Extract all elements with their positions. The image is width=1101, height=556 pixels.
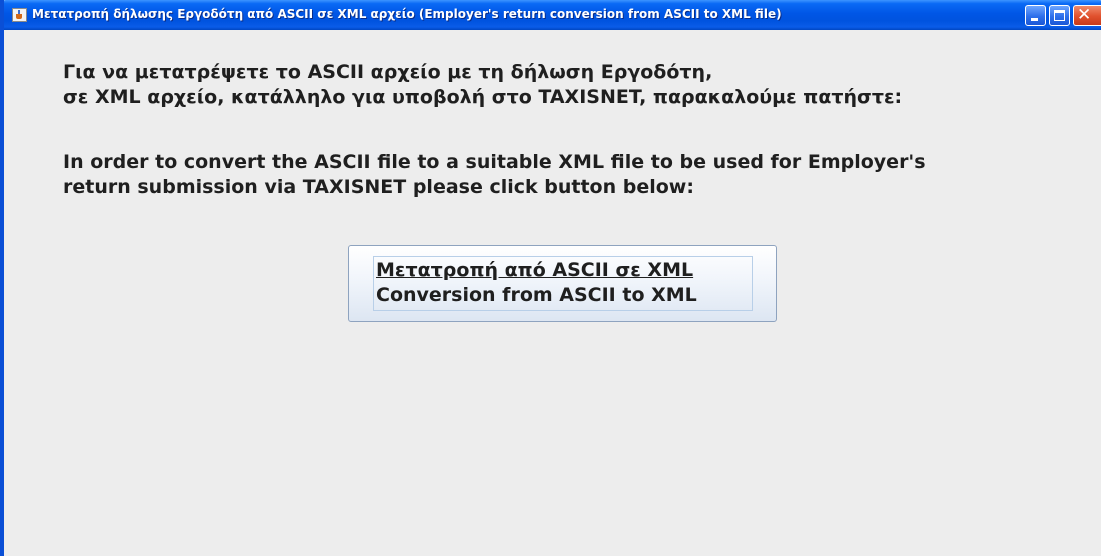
close-icon: ✕ [1077, 5, 1092, 25]
maximize-button[interactable] [1049, 5, 1070, 26]
minimize-button[interactable] [1025, 5, 1046, 26]
greek-instruction-line-2: σε XML αρχείο, κατάλληλο για υποβολή στο… [63, 86, 903, 108]
english-instructions: In order to convert the ASCII file to a … [63, 150, 926, 200]
java-cup-icon[interactable] [12, 8, 27, 22]
title-bar[interactable]: Μετατροπή δήλωσης Εργοδότη από ASCII σε … [4, 0, 1101, 30]
convert-button-label-english: Conversion from ASCII to XML [376, 284, 697, 306]
application-window: Μετατροπή δήλωσης Εργοδότη από ASCII σε … [0, 0, 1101, 556]
minimize-icon [1031, 18, 1038, 21]
java-cup-mark [16, 14, 22, 19]
greek-instructions: Για να μετατρέψετε το ASCII αρχείο με τη… [63, 60, 902, 110]
close-button[interactable]: ✕ [1073, 5, 1101, 26]
window-title: Μετατροπή δήλωσης Εργοδότη από ASCII σε … [32, 7, 782, 21]
english-instruction-line-1: In order to convert the ASCII file to a … [63, 151, 926, 173]
convert-button-label-greek: Μετατροπή από ASCII σε XML [376, 259, 694, 281]
greek-instruction-line-1: Για να μετατρέψετε το ASCII αρχείο με τη… [63, 61, 713, 83]
convert-ascii-to-xml-button[interactable]: Μετατροπή από ASCII σε XML Conversion fr… [348, 245, 777, 322]
english-instruction-line-2: return submission via TAXISNET please cl… [63, 176, 694, 198]
content-panel: Για να μετατρέψετε το ASCII αρχείο με τη… [4, 30, 1101, 556]
maximize-icon [1054, 10, 1065, 21]
